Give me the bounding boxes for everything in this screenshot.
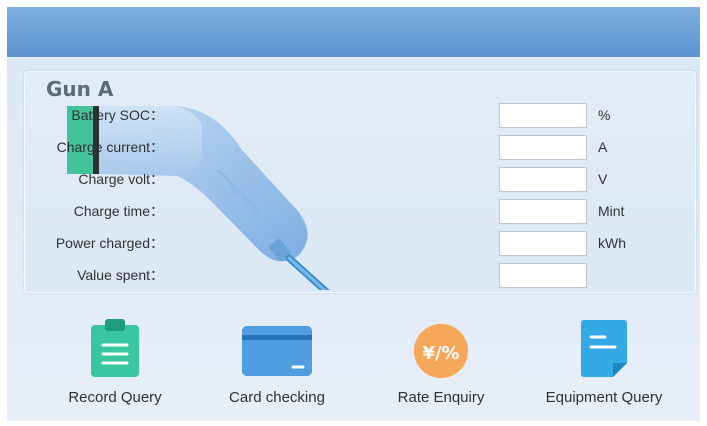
- document-icon: [581, 320, 627, 377]
- field-unit: %: [598, 107, 611, 123]
- field-unit: Mint: [598, 203, 625, 219]
- equipment-query-button[interactable]: Equipment Query: [529, 317, 679, 417]
- charging-gun-icon: [67, 106, 330, 290]
- charge-volt-value: [499, 167, 587, 192]
- rate-icon: ¥/%: [414, 324, 468, 378]
- field-label: Power charged：: [55, 235, 164, 251]
- record-query-button[interactable]: Record Query: [40, 317, 190, 417]
- header-bar: [7, 7, 700, 59]
- record-query-label: Record Query: [68, 389, 162, 406]
- gun-title: Gun A: [46, 77, 114, 101]
- value-spent-value: [499, 263, 587, 288]
- field-label: Charge volt：: [78, 171, 164, 187]
- field-label: Charge time：: [73, 203, 164, 219]
- field-unit: kWh: [598, 235, 626, 251]
- charge-time-value: [499, 199, 587, 224]
- rate-enquiry-button[interactable]: ¥/% Rate Enquiry: [366, 317, 516, 417]
- field-unit: A: [598, 139, 608, 155]
- rate-enquiry-label: Rate Enquiry: [397, 389, 485, 406]
- gun-panel: Gun A Battery SOC： % Charge current： A C…: [24, 71, 696, 293]
- clipboard-icon: [91, 319, 139, 377]
- power-charged-value: [499, 231, 587, 256]
- field-unit: V: [598, 171, 608, 187]
- field-label: Battery SOC：: [71, 107, 164, 123]
- rate-icon-text: ¥/%: [422, 343, 459, 364]
- card-checking-label: Card checking: [229, 389, 325, 406]
- charging-screen: Gun A Battery SOC： % Charge current： A C…: [7, 7, 700, 421]
- charge-current-value: [499, 135, 587, 160]
- card-icon: [242, 326, 312, 376]
- field-label: Charge current：: [56, 139, 164, 155]
- field-label: Value spent：: [77, 267, 164, 283]
- battery-soc-value: [499, 103, 587, 128]
- equipment-query-label: Equipment Query: [545, 389, 663, 406]
- card-checking-button[interactable]: Card checking: [202, 317, 352, 417]
